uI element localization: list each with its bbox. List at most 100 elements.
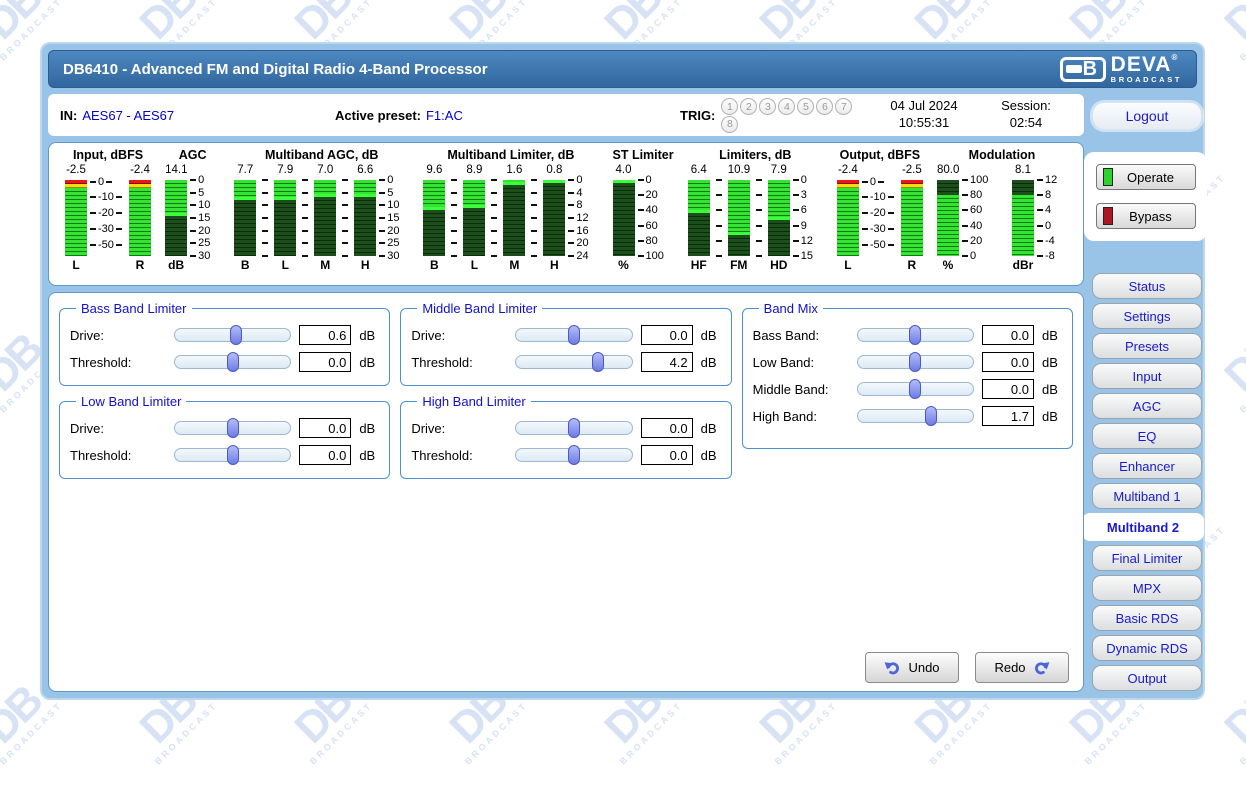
undo-redo-group: Undo Redo xyxy=(865,652,1069,683)
value-field-bass-band-limiter-drive-[interactable] xyxy=(299,325,351,345)
slider-thumb[interactable] xyxy=(925,406,937,426)
meter-bar-label: H xyxy=(543,256,565,274)
value-field-low-band-limiter-threshold-[interactable] xyxy=(299,445,351,465)
sidebar-item-presets[interactable]: Presets xyxy=(1092,333,1202,359)
trig-button-3[interactable]: 3 xyxy=(759,98,776,115)
trig-button-2[interactable]: 2 xyxy=(740,98,757,115)
trig-button-6[interactable]: 6 xyxy=(816,98,833,115)
meter-bar xyxy=(274,180,296,256)
scale-label: 30 xyxy=(190,250,210,262)
value-field-low-band-limiter-drive-[interactable] xyxy=(299,418,351,438)
value-field-band-mix-middle-band-[interactable] xyxy=(982,379,1034,399)
trig-button-1[interactable]: 1 xyxy=(721,98,738,115)
slider-low-band-limiter-threshold-[interactable] xyxy=(174,448,291,462)
meter-bar xyxy=(728,180,750,256)
slider-band-mix-low-band-[interactable] xyxy=(857,355,974,369)
scale-tick xyxy=(756,255,762,257)
trig-button-7[interactable]: 7 xyxy=(835,98,852,115)
logout-button[interactable]: Logout xyxy=(1092,102,1202,130)
slider-thumb[interactable] xyxy=(568,418,580,438)
value-field-bass-band-limiter-threshold-[interactable] xyxy=(299,352,351,372)
slider-thumb[interactable] xyxy=(909,379,921,399)
control-row-bass-band-: Bass Band:dB xyxy=(753,325,1062,345)
meter-value: 8.1 xyxy=(1012,164,1034,180)
slider-band-mix-high-band-[interactable] xyxy=(857,409,974,423)
meter-bar-label: R xyxy=(129,256,151,274)
operate-led-icon xyxy=(1103,168,1113,186)
sidebar-item-output[interactable]: Output xyxy=(1092,665,1202,691)
slider-bass-band-limiter-threshold-[interactable] xyxy=(174,355,291,369)
scale-label: 20 xyxy=(962,235,982,247)
redo-button[interactable]: Redo xyxy=(975,652,1069,683)
slider-band-mix-middle-band-[interactable] xyxy=(857,382,974,396)
meter-lit-zone xyxy=(354,180,376,194)
value-field-band-mix-bass-band-[interactable] xyxy=(982,325,1034,345)
slider-thumb[interactable] xyxy=(227,418,239,438)
meter-lit-zone xyxy=(1012,195,1034,256)
value-field-high-band-limiter-threshold-[interactable] xyxy=(641,445,693,465)
slider-high-band-limiter-drive-[interactable] xyxy=(515,421,632,435)
slider-thumb[interactable] xyxy=(909,352,921,372)
sidebar-item-eq[interactable]: EQ xyxy=(1092,423,1202,449)
scale-tick xyxy=(451,204,457,206)
scale-number: 0 xyxy=(1045,220,1051,232)
slider-thumb[interactable] xyxy=(592,352,604,372)
slider-thumb[interactable] xyxy=(568,445,580,465)
scale-tick xyxy=(262,192,268,194)
slider-bass-band-limiter-drive-[interactable] xyxy=(174,328,291,342)
value-field-middle-band-limiter-threshold-[interactable] xyxy=(641,352,693,372)
sidebar-item-final-limiter[interactable]: Final Limiter xyxy=(1092,545,1202,571)
sidebar-item-enhancer[interactable]: Enhancer xyxy=(1092,453,1202,479)
sidebar-item-multiband-1[interactable]: Multiband 1 xyxy=(1092,483,1202,509)
meter-bar-label: M xyxy=(314,256,336,274)
trig-button-8[interactable]: 8 xyxy=(721,116,738,133)
scale-label: 10 xyxy=(379,199,399,211)
control-label: Drive: xyxy=(70,421,166,436)
value-field-middle-band-limiter-drive-[interactable] xyxy=(641,325,693,345)
meter-lit-zone xyxy=(463,180,485,205)
slider-low-band-limiter-drive-[interactable] xyxy=(174,421,291,435)
sidebar-item-settings[interactable]: Settings xyxy=(1092,303,1202,329)
control-label: Threshold: xyxy=(411,355,507,370)
control-row-drive-: Drive:dB xyxy=(411,325,720,345)
meter-scale: 0-10-20-30-50 xyxy=(90,164,126,274)
meters-panel: Input, dBFS-2.5L0-10-20-30-50-2.4RAGC14.… xyxy=(48,142,1084,286)
scale-tick xyxy=(451,217,457,219)
slider-middle-band-limiter-drive-[interactable] xyxy=(515,328,632,342)
slider-thumb[interactable] xyxy=(227,445,239,465)
value-field-high-band-limiter-drive-[interactable] xyxy=(641,418,693,438)
control-row-high-band-: High Band:dB xyxy=(753,406,1062,426)
scale-number: 0 xyxy=(870,176,876,188)
sidebar-item-dynamic-rds[interactable]: Dynamic RDS xyxy=(1092,635,1202,661)
slider-thumb[interactable] xyxy=(227,352,239,372)
undo-button[interactable]: Undo xyxy=(865,652,959,683)
slider-middle-band-limiter-threshold-[interactable] xyxy=(515,355,632,369)
slider-band-mix-bass-band-[interactable] xyxy=(857,328,974,342)
value-field-band-mix-low-band-[interactable] xyxy=(982,352,1034,372)
operate-button[interactable]: Operate xyxy=(1096,164,1196,190)
scale-number: 8 xyxy=(1045,189,1051,201)
sidebar-item-mpx[interactable]: MPX xyxy=(1092,575,1202,601)
sidebar-item-input[interactable]: Input xyxy=(1092,363,1202,389)
sidebar-item-basic-rds[interactable]: Basic RDS xyxy=(1092,605,1202,631)
bypass-button[interactable]: Bypass xyxy=(1096,203,1196,229)
scale-number: 20 xyxy=(576,237,588,249)
trig-button-5[interactable]: 5 xyxy=(797,98,814,115)
slider-thumb[interactable] xyxy=(568,325,580,345)
value-field-band-mix-high-band-[interactable] xyxy=(982,406,1034,426)
control-row-middle-band-: Middle Band:dB xyxy=(753,379,1062,399)
sidebar-item-agc[interactable]: AGC xyxy=(1092,393,1202,419)
sidebar-item-multiband-2[interactable]: Multiband 2 xyxy=(1082,513,1204,541)
scale-number: 9 xyxy=(801,220,807,232)
unit-label: dB xyxy=(1042,382,1062,397)
meter-bar-label: dB xyxy=(165,256,187,274)
sidebar-item-status[interactable]: Status xyxy=(1092,273,1202,299)
watermark-mark: DB xyxy=(1219,329,1246,398)
slider-thumb[interactable] xyxy=(909,325,921,345)
slider-high-band-limiter-threshold-[interactable] xyxy=(515,448,632,462)
slider-thumb[interactable] xyxy=(230,325,242,345)
scale-number: 60 xyxy=(646,220,658,232)
scale-tick xyxy=(756,179,762,181)
scale-label: 15 xyxy=(793,250,813,262)
trig-button-4[interactable]: 4 xyxy=(778,98,795,115)
